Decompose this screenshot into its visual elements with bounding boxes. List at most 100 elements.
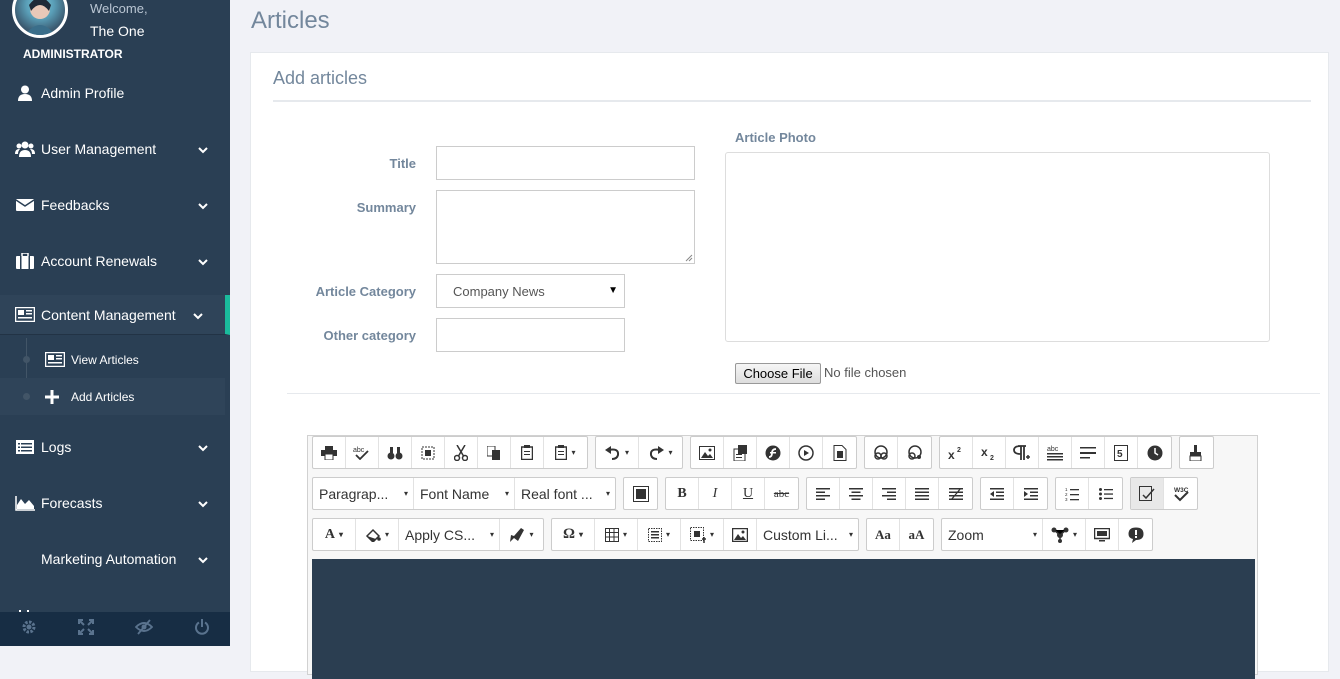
page-title: Articles	[251, 7, 330, 34]
photo-preview	[725, 152, 1270, 342]
insert-flash-icon[interactable]	[757, 437, 790, 468]
unlink-icon[interactable]	[898, 437, 931, 468]
preview-icon[interactable]	[1086, 519, 1119, 550]
summary-textarea[interactable]	[436, 190, 695, 264]
horizontal-rule-icon[interactable]	[1072, 437, 1105, 468]
font-name-dropdown[interactable]: Font Name	[414, 478, 515, 509]
image-gallery-icon[interactable]	[624, 478, 657, 509]
font-size-value: Real font ...	[521, 485, 593, 502]
plus-icon	[45, 389, 59, 404]
format-painter-icon[interactable]	[1180, 437, 1213, 468]
edit-html-icon[interactable]	[1131, 478, 1164, 509]
sidebar-item-user-management[interactable]: User Management	[0, 121, 230, 177]
sidebar-item-admin-profile[interactable]: Admin Profile	[0, 65, 230, 121]
dynamic-properties-icon[interactable]	[1043, 519, 1086, 550]
rich-text-editor: abc ▾ ▾ ▾ x 2 x 2 abc 5 Paragrap... ▾ Fo…	[307, 435, 1258, 679]
outdent-icon[interactable]	[981, 478, 1014, 509]
subscript-icon[interactable]: x2	[973, 437, 1006, 468]
bullet-list-icon[interactable]	[1089, 478, 1122, 509]
font-color-icon[interactable]: A	[313, 519, 356, 550]
align-center-icon[interactable]	[840, 478, 873, 509]
paste-options-icon[interactable]	[544, 437, 587, 468]
spellcheck-icon[interactable]: abc	[346, 437, 379, 468]
insert-document-icon[interactable]	[823, 437, 856, 468]
category-select[interactable]: Company News ▼	[436, 274, 625, 308]
sidebar-item-account-renewals[interactable]: Account Renewals	[0, 233, 230, 289]
chevron-down-icon	[198, 553, 208, 569]
sidebar-item-feedbacks[interactable]: Feedbacks	[0, 177, 230, 233]
paragraph-format-dropdown[interactable]: Paragrap...	[313, 478, 414, 509]
strikethrough-icon[interactable]: abc	[765, 478, 798, 509]
insert-image-icon[interactable]	[691, 437, 724, 468]
article-photo-label: Article Photo	[735, 130, 816, 145]
underline-icon[interactable]: U	[732, 478, 765, 509]
title-input[interactable]	[436, 146, 695, 180]
page-break-icon[interactable]: 5	[1105, 437, 1138, 468]
bold-icon[interactable]: B	[666, 478, 699, 509]
sidebar-item-label: User Management	[41, 141, 157, 157]
time-icon[interactable]	[1138, 437, 1171, 468]
lock-icon[interactable]	[134, 618, 153, 640]
logout-icon[interactable]	[194, 618, 210, 640]
paste-icon[interactable]	[511, 437, 544, 468]
user-role: ADMINISTRATOR	[23, 47, 123, 61]
insert-table-icon[interactable]	[595, 519, 638, 550]
sidebar-item-label: Admin Profile	[41, 85, 125, 101]
sidebar-footer	[0, 612, 230, 646]
italic-icon[interactable]: I	[699, 478, 732, 509]
insert-video-icon[interactable]	[790, 437, 823, 468]
sidebar-item-logs[interactable]: Logs	[0, 419, 230, 475]
justify-none-icon[interactable]	[939, 478, 972, 509]
sidebar-item-content-management[interactable]: Content Management	[0, 295, 230, 335]
justify-icon[interactable]	[906, 478, 939, 509]
superscript-icon[interactable]: x2	[940, 437, 973, 468]
lowercase-icon[interactable]: aA	[900, 519, 933, 550]
other-category-input[interactable]	[436, 318, 625, 352]
editor-content-area[interactable]	[312, 559, 1255, 679]
insert-media-icon[interactable]	[724, 437, 757, 468]
title-label: Title	[389, 156, 417, 171]
fullscreen-icon[interactable]	[77, 618, 94, 640]
apply-css-dropdown[interactable]: Apply CS...	[399, 519, 500, 550]
redo-icon[interactable]	[639, 437, 682, 468]
insert-box-icon[interactable]	[638, 519, 681, 550]
paragraph-format-value: Paragrap...	[319, 485, 389, 502]
align-right-icon[interactable]	[873, 478, 906, 509]
sidebar-item-marketing-automation[interactable]: Marketing Automation	[0, 531, 230, 587]
validate-w3c-icon[interactable]: W3C	[1164, 478, 1197, 509]
sidebar-subitem-view-articles[interactable]: View Articles	[0, 341, 225, 378]
highlight-color-icon[interactable]	[356, 519, 399, 550]
sidebar-subitem-add-articles[interactable]: Add Articles	[0, 378, 225, 415]
sidebar-item-forecasts[interactable]: Forecasts	[0, 475, 230, 531]
list-icon	[15, 438, 35, 456]
insert-template-icon[interactable]	[681, 519, 724, 550]
image-editor-icon[interactable]	[724, 519, 757, 550]
ordered-list-icon[interactable]: 123	[1056, 478, 1089, 509]
custom-links-value: Custom Li...	[763, 526, 838, 543]
clear-format-icon[interactable]	[500, 519, 543, 550]
avatar[interactable]	[12, 0, 68, 38]
chevron-down-icon	[198, 441, 208, 457]
indent-icon[interactable]	[1014, 478, 1047, 509]
settings-icon[interactable]	[21, 619, 37, 640]
help-icon[interactable]	[1119, 519, 1152, 550]
paragraph-mark-icon[interactable]	[1006, 437, 1039, 468]
link-icon[interactable]	[865, 437, 898, 468]
sidebar-item-label: Forecasts	[41, 495, 103, 511]
cut-icon[interactable]	[445, 437, 478, 468]
panel-title: Add articles	[273, 68, 368, 88]
special-chars-icon[interactable]: Ω	[552, 519, 595, 550]
zoom-dropdown[interactable]: Zoom	[942, 519, 1043, 550]
font-size-dropdown[interactable]: Real font ...	[515, 478, 615, 509]
select-all-icon[interactable]	[412, 437, 445, 468]
align-left-icon[interactable]	[807, 478, 840, 509]
choose-file-button[interactable]: Choose File	[735, 363, 821, 384]
toolbar-row-1: abc ▾ ▾ ▾ x 2 x 2 abc 5	[312, 436, 1221, 469]
undo-icon[interactable]	[596, 437, 639, 468]
print-icon[interactable]	[313, 437, 346, 468]
find-icon[interactable]	[379, 437, 412, 468]
uppercase-icon[interactable]: Aa	[867, 519, 900, 550]
custom-links-dropdown[interactable]: Custom Li...	[757, 519, 858, 550]
spellcheck-text-icon[interactable]: abc	[1039, 437, 1072, 468]
copy-icon[interactable]	[478, 437, 511, 468]
